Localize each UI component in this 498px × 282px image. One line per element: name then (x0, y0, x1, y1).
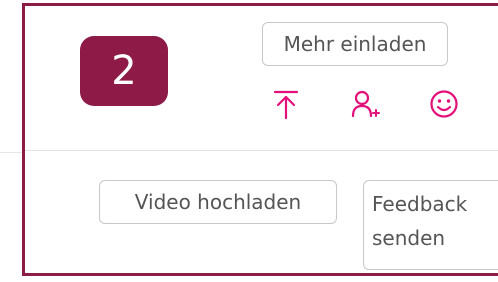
send-feedback-button[interactable]: Feedback senden (363, 180, 498, 270)
upload-icon[interactable] (270, 88, 302, 120)
step-number-badge: 2 (80, 36, 168, 106)
screen: 2 Mehr einladen Video hochladen Feedback… (0, 0, 498, 282)
divider-line (0, 152, 22, 153)
upload-video-button[interactable]: Video hochladen (99, 180, 337, 224)
add-person-icon[interactable] (349, 88, 381, 120)
smile-icon[interactable] (428, 88, 460, 120)
invite-more-button[interactable]: Mehr einladen (262, 22, 448, 66)
